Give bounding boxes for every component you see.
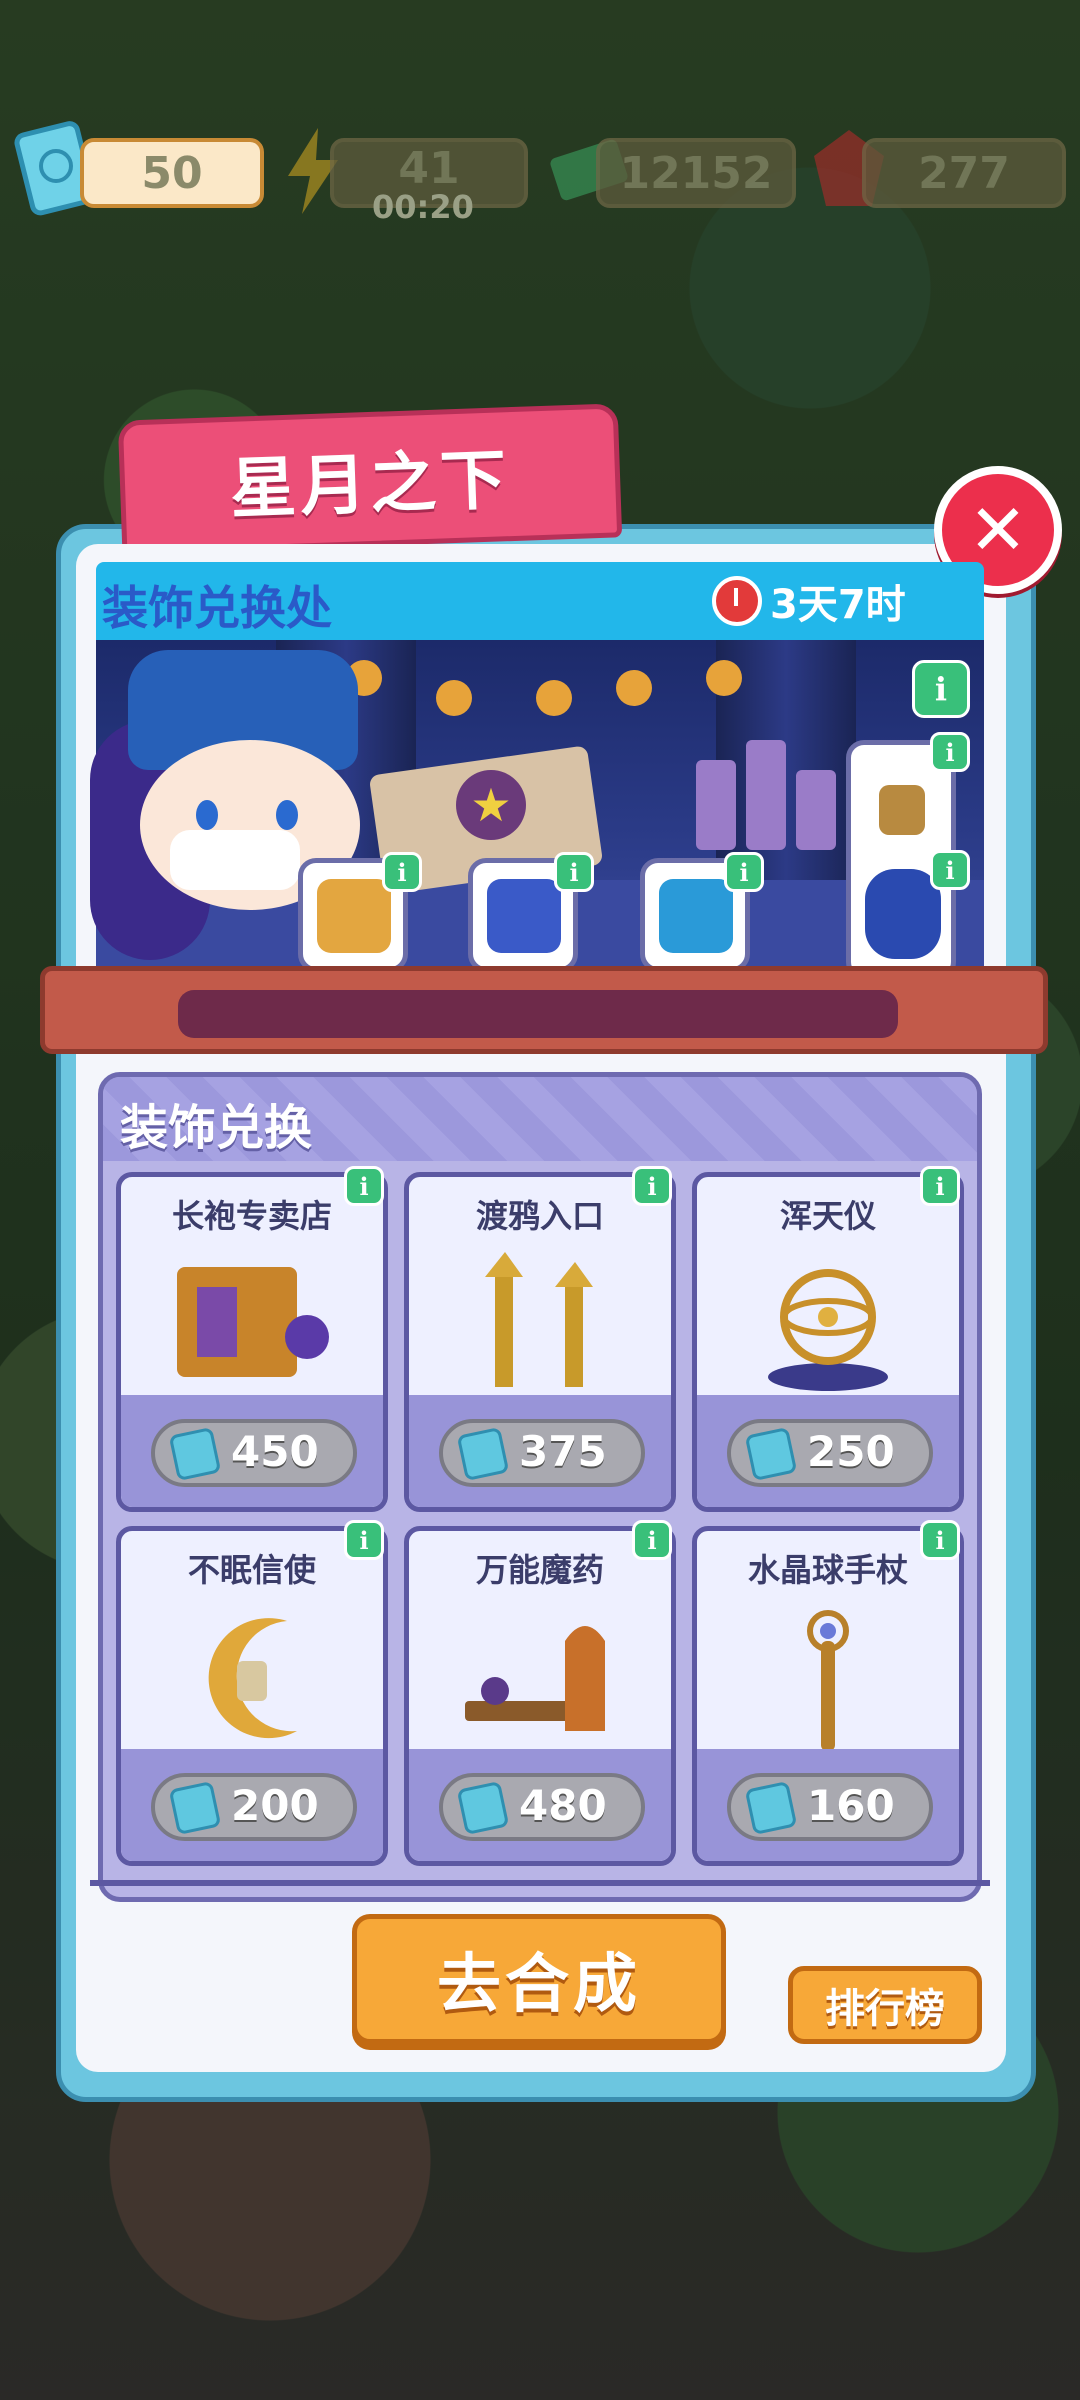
- raven-gate-icon: [485, 1252, 593, 1387]
- go-merge-button[interactable]: 去合成: [352, 1914, 726, 2044]
- item-info-button[interactable]: i: [632, 1166, 672, 1206]
- item-price: 375: [519, 1427, 607, 1476]
- item-price: 160: [807, 1781, 895, 1830]
- jeweled-chest-icon: [659, 879, 733, 953]
- cash-count: 12152: [619, 147, 773, 199]
- armillary-sphere-icon: [768, 1269, 888, 1391]
- candle-icon: [796, 770, 836, 850]
- wizard-eye: [196, 800, 218, 830]
- paint-brush-icon: [487, 879, 561, 953]
- moon-icon: [536, 680, 572, 716]
- potion-icon: [879, 785, 925, 835]
- candle-icon: [696, 760, 736, 850]
- price-button[interactable]: 200: [151, 1773, 357, 1841]
- exchange-item-card[interactable]: 浑天仪 250: [692, 1172, 964, 1512]
- item-price: 250: [807, 1427, 895, 1476]
- treasure-chest-icon: [317, 879, 391, 953]
- exchange-item-card[interactable]: 万能魔药 480: [404, 1526, 676, 1866]
- exchange-item-card[interactable]: 水晶球手杖 160: [692, 1526, 964, 1866]
- ticket-icon: [456, 1426, 510, 1482]
- moon-icon: [436, 680, 472, 716]
- reward-info-button[interactable]: i: [554, 852, 594, 892]
- item-price: 200: [231, 1781, 319, 1830]
- ticket-icon: [168, 1426, 222, 1482]
- price-button[interactable]: 160: [727, 1773, 933, 1841]
- event-title: 星月之下: [228, 441, 512, 528]
- close-icon: ✕: [968, 489, 1028, 571]
- reward-info-button[interactable]: i: [930, 732, 970, 772]
- ticket-icon: [744, 1780, 798, 1836]
- exchange-item-card[interactable]: 不眠信使 200: [116, 1526, 388, 1866]
- reward-info-button[interactable]: i: [382, 852, 422, 892]
- energy-timer: 00:20: [372, 188, 474, 226]
- crystal-staff-icon: [807, 1610, 849, 1751]
- gem-count: 277: [918, 147, 1010, 199]
- ticket-icon: [456, 1780, 510, 1836]
- exchange-item-card[interactable]: 渡鸦入口 375: [404, 1172, 676, 1512]
- item-info-button[interactable]: i: [920, 1166, 960, 1206]
- clock-icon: [712, 576, 762, 626]
- ticket-counter[interactable]: 50: [80, 138, 264, 208]
- event-title-tab: 星月之下: [117, 403, 623, 555]
- item-price: 450: [231, 1427, 319, 1476]
- item-info-button[interactable]: i: [920, 1520, 960, 1560]
- price-button[interactable]: 480: [439, 1773, 645, 1841]
- candle-icon: [746, 740, 786, 850]
- ranking-button[interactable]: 排行榜: [788, 1966, 982, 2044]
- banner-title: 装饰兑换处: [102, 581, 332, 635]
- reward-info-button[interactable]: i: [930, 850, 970, 890]
- item-info-button[interactable]: i: [344, 1520, 384, 1560]
- robe-shop-icon: [177, 1267, 329, 1377]
- ticket-icon: [744, 1426, 798, 1482]
- cash-counter[interactable]: 12152: [596, 138, 796, 208]
- item-info-button[interactable]: i: [344, 1166, 384, 1206]
- pentagram-icon: ★: [456, 770, 526, 840]
- price-button[interactable]: 450: [151, 1419, 357, 1487]
- banner-info-button[interactable]: i: [912, 660, 970, 718]
- potion-bench-icon: [465, 1626, 605, 1731]
- reward-info-button[interactable]: i: [724, 852, 764, 892]
- price-button[interactable]: 375: [439, 1419, 645, 1487]
- go-merge-label: 去合成: [437, 1948, 641, 2022]
- moon-icon: [706, 660, 742, 696]
- item-price: 480: [519, 1781, 607, 1830]
- exchange-item-card[interactable]: 长袍专卖店 450: [116, 1172, 388, 1512]
- event-timer: 3天7时: [712, 572, 906, 630]
- timer-text: 3天7时: [770, 582, 906, 628]
- wizard-mask: [170, 830, 300, 890]
- ticket-icon: [168, 1780, 222, 1836]
- ranking-label: 排行榜: [825, 1986, 945, 2032]
- price-button[interactable]: 250: [727, 1419, 933, 1487]
- gem-counter[interactable]: 277: [862, 138, 1066, 208]
- progress-bar: [178, 990, 898, 1038]
- item-info-button[interactable]: i: [632, 1520, 672, 1560]
- moon-messenger-icon: [208, 1618, 297, 1739]
- moon-icon: [616, 670, 652, 706]
- exchange-title: 装饰兑换: [120, 1100, 313, 1156]
- ticket-count: 50: [141, 147, 203, 199]
- list-clip-edge: [90, 1880, 990, 1886]
- wizard-eye: [276, 800, 298, 830]
